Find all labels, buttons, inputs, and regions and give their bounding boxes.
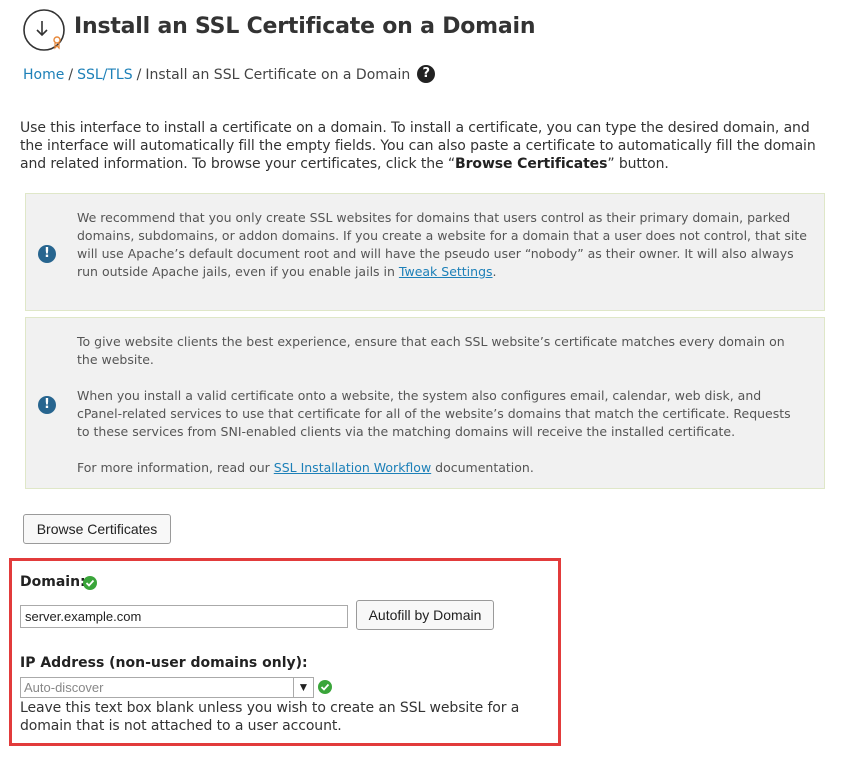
ip-address-hint: Leave this text box blank unless you wis… <box>20 700 520 734</box>
notice-text-part: . <box>492 264 497 279</box>
intro-text: Use this interface to install a certific… <box>20 119 820 173</box>
domain-label: Domain: <box>20 574 86 590</box>
notice-paragraph: For more information, read our SSL Insta… <box>77 459 807 477</box>
ip-address-select[interactable]: Auto-discover ▼ <box>20 677 314 698</box>
info-icon: ! <box>38 245 56 263</box>
breadcrumb-home-link[interactable]: Home <box>23 67 64 83</box>
tweak-settings-link[interactable]: Tweak Settings <box>399 264 493 279</box>
dropdown-arrow-icon[interactable]: ▼ <box>293 678 313 697</box>
ip-address-label: IP Address (non-user domains only): <box>20 655 308 671</box>
ip-address-selected-value: Auto-discover <box>24 680 104 695</box>
intro-text-part: Use this interface to install a certific… <box>20 120 816 172</box>
domain-input[interactable] <box>20 605 348 628</box>
page-title: Install an SSL Certificate on a Domain <box>74 14 536 39</box>
notice-text-part: For more information, read our <box>77 460 274 475</box>
intro-text-part: ” button. <box>607 156 669 172</box>
notice-text: To give website clients the best experie… <box>77 333 807 495</box>
check-icon <box>318 680 332 694</box>
help-icon[interactable]: ? <box>417 64 436 83</box>
intro-browse-emphasis: Browse Certificates <box>455 156 608 172</box>
notice-ssl-websites: ! We recommend that you only create SSL … <box>25 193 825 311</box>
breadcrumb-separator: / <box>136 67 142 83</box>
notice-paragraph: To give website clients the best experie… <box>77 334 785 367</box>
info-icon: ! <box>38 396 56 414</box>
breadcrumb-current: Install an SSL Certificate on a Domain <box>145 67 411 83</box>
breadcrumb: Home / SSL/TLS / Install an SSL Certific… <box>23 64 436 83</box>
autofill-by-domain-button[interactable]: Autofill by Domain <box>356 600 494 630</box>
notice-paragraph: When you install a valid certificate ont… <box>77 388 791 439</box>
browse-certificates-button[interactable]: Browse Certificates <box>23 514 171 544</box>
breadcrumb-separator: / <box>68 67 74 83</box>
ssl-installation-workflow-link[interactable]: SSL Installation Workflow <box>274 460 431 475</box>
download-certificate-icon <box>22 8 66 52</box>
notice-text-part: documentation. <box>431 460 534 475</box>
breadcrumb-ssl-tls-link[interactable]: SSL/TLS <box>77 67 133 83</box>
check-icon <box>83 576 97 590</box>
notice-text: We recommend that you only create SSL we… <box>77 209 807 281</box>
notice-certificate-matching: ! To give website clients the best exper… <box>25 317 825 489</box>
